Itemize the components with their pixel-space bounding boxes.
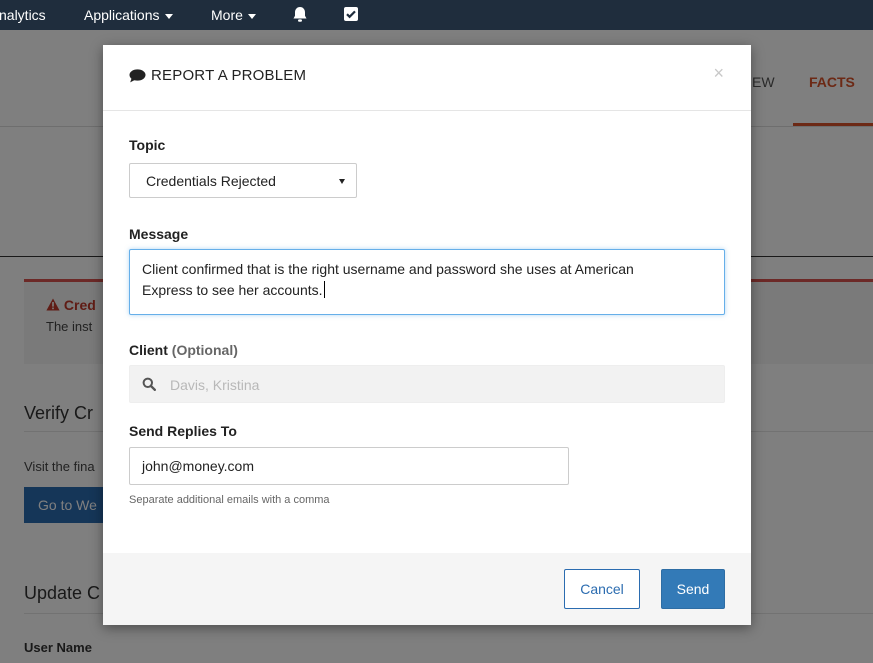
message-textarea[interactable]: Client confirmed that is the right usern…	[129, 249, 725, 315]
message-label: Message	[129, 226, 189, 242]
caret-down-icon	[164, 13, 173, 19]
send-replies-input[interactable]: john@money.com	[129, 447, 569, 485]
client-label: Client (Optional)	[129, 342, 238, 358]
top-navbar: nalytics Applications More	[0, 0, 873, 30]
send-replies-value: john@money.com	[142, 458, 254, 474]
modal-footer: Cancel Send	[103, 553, 751, 625]
client-value: Davis, Kristina	[170, 377, 260, 393]
topic-select[interactable]: Credentials Rejected	[129, 163, 357, 198]
close-icon[interactable]: ×	[713, 63, 724, 84]
send-button[interactable]: Send	[661, 569, 725, 609]
nav-applications-label: Applications	[84, 7, 160, 23]
modal-title: REPORT A PROBLEM	[129, 67, 306, 84]
bell-icon[interactable]	[292, 6, 308, 26]
modal-title-text: REPORT A PROBLEM	[151, 67, 307, 84]
send-replies-label: Send Replies To	[129, 423, 237, 439]
message-line-2-text: Express to see her accounts.	[142, 282, 323, 298]
chevron-down-icon	[339, 179, 345, 184]
send-replies-help: Separate additional emails with a comma	[129, 494, 330, 506]
nav-applications[interactable]: Applications	[84, 7, 173, 23]
nav-more-label: More	[211, 7, 243, 23]
optional-text: (Optional)	[171, 342, 238, 358]
topic-label: Topic	[129, 137, 166, 153]
checkbox-icon[interactable]	[343, 6, 359, 25]
report-problem-modal: REPORT A PROBLEM × Topic Credentials Rej…	[103, 45, 751, 625]
nav-more[interactable]: More	[211, 7, 256, 23]
topic-selected-value: Credentials Rejected	[146, 173, 276, 189]
message-line-2: Express to see her accounts.	[142, 280, 712, 301]
text-cursor	[323, 281, 325, 298]
comment-icon	[129, 69, 146, 83]
modal-header: REPORT A PROBLEM ×	[103, 45, 751, 111]
client-search-input[interactable]: Davis, Kristina	[129, 365, 725, 403]
message-line-1: Client confirmed that is the right usern…	[142, 261, 634, 277]
caret-down-icon	[247, 13, 256, 19]
cancel-button[interactable]: Cancel	[564, 569, 640, 609]
search-icon	[142, 377, 156, 391]
nav-analytics[interactable]: nalytics	[0, 7, 46, 23]
client-label-text: Client	[129, 342, 168, 358]
